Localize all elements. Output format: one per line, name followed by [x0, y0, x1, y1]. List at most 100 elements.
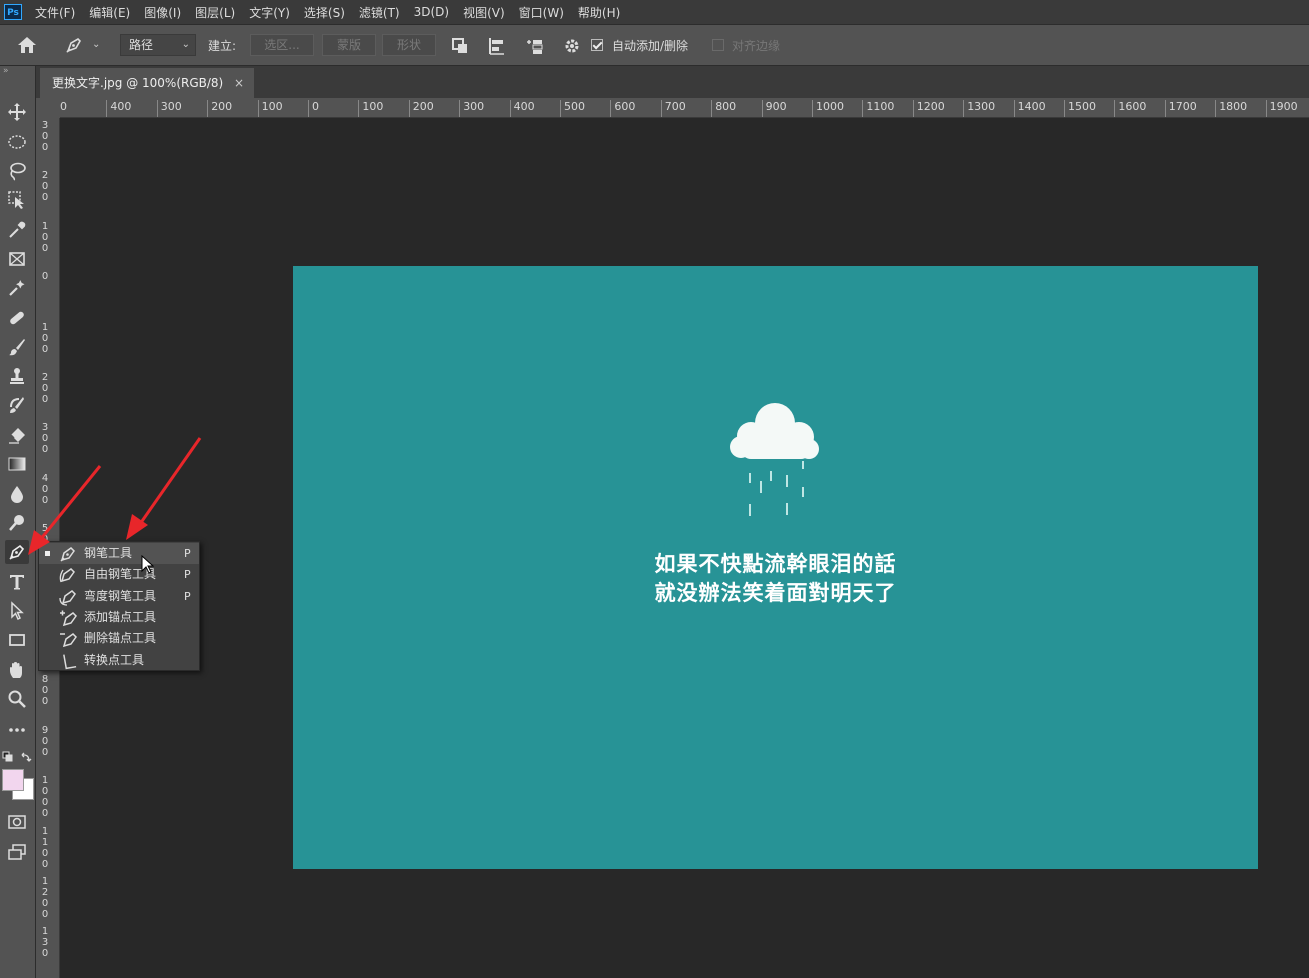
collapse-panel-icon[interactable]: » — [3, 66, 9, 76]
auto-add-delete-label: 自动添加/删除 — [612, 39, 689, 53]
ruler-tick-label: 0 — [308, 100, 319, 117]
ruler-tick-label: 200 — [41, 372, 49, 405]
zoom-tool[interactable] — [5, 687, 29, 711]
rectangle-tool[interactable] — [5, 628, 29, 652]
object-selection-tool[interactable] — [5, 188, 29, 212]
bandage-icon — [10, 311, 24, 325]
menu-window[interactable]: 窗口(W) — [519, 4, 564, 21]
close-icon[interactable]: × — [234, 68, 244, 98]
frame-icon — [9, 252, 25, 266]
ruler-tick-label: 600 — [610, 100, 636, 117]
document-tab-bar: 更换文字.jpg @ 100%(RGB/8) × — [36, 66, 1309, 98]
history-brush-tool[interactable] — [5, 393, 29, 417]
menu-layer[interactable]: 图层(L) — [195, 4, 235, 21]
menu-image[interactable]: 图像(I) — [144, 4, 181, 21]
flyout-item-curvature-pen[interactable]: 弯度钢笔工具 P — [39, 586, 199, 607]
tool-mode-select[interactable]: 路径 ⌄ — [120, 34, 196, 56]
ruler-tick-label: 200 — [207, 100, 233, 117]
frame-tool[interactable] — [5, 247, 29, 271]
hand-tool[interactable] — [5, 658, 29, 682]
eraser-tool[interactable] — [5, 423, 29, 447]
horizontal-ruler[interactable]: 0 400 300 200 100 0 100 200 300 400 500 600 700 800 90… — [60, 98, 1309, 118]
flyout-item-shortcut: P — [184, 568, 191, 582]
curvature-pen-icon — [59, 589, 76, 606]
pen-tool[interactable] — [5, 540, 29, 564]
healing-brush-tool[interactable] — [5, 306, 29, 330]
pen-tool-preset-icon[interactable] — [64, 35, 84, 55]
object-selection-icon — [8, 191, 24, 209]
menu-file[interactable]: 文件(F) — [35, 4, 75, 21]
path-alignment-icon[interactable] — [487, 36, 507, 56]
flyout-item-pen[interactable]: 钢笔工具 P — [39, 543, 199, 564]
move-tool[interactable] — [5, 100, 29, 124]
path-selection-arrow-icon — [11, 601, 24, 621]
spot-healing-icon — [9, 280, 25, 296]
menu-select[interactable]: 选择(S) — [304, 4, 345, 21]
gradient-tool[interactable] — [5, 452, 29, 476]
brush-tool[interactable] — [5, 335, 29, 359]
path-operations-icon[interactable] — [450, 36, 470, 56]
ruler-tick-label: 130 — [41, 926, 49, 960]
flyout-item-convert-point[interactable]: 转换点工具 — [39, 650, 199, 671]
home-icon[interactable] — [16, 35, 38, 55]
ruler-tick-label: 900 — [41, 724, 49, 758]
crop-tool[interactable] — [5, 218, 29, 242]
chevron-down-icon[interactable]: ⌄ — [92, 39, 100, 50]
ruler-tick-label: 1200 — [41, 876, 49, 920]
menu-view[interactable]: 视图(V) — [463, 4, 505, 21]
menu-3d[interactable]: 3D(D) — [414, 5, 449, 19]
ruler-tick-label: 1900 — [1265, 100, 1298, 117]
path-selection-tool[interactable] — [5, 599, 29, 623]
rain-cloud-icon — [730, 403, 819, 516]
ruler-tick-label: 1300 — [963, 100, 996, 117]
path-arrangement-icon[interactable] — [525, 36, 545, 56]
quick-mask-button[interactable] — [5, 810, 29, 834]
ruler-tick-label: 400 — [106, 100, 132, 117]
ruler-tick-label: 200 — [41, 170, 49, 204]
clone-stamp-tool[interactable] — [5, 364, 29, 388]
swap-colors-icon[interactable] — [20, 751, 32, 763]
type-tool[interactable] — [5, 570, 29, 594]
ruler-corner[interactable] — [36, 98, 60, 118]
flyout-item-delete-anchor[interactable]: 删除锚点工具 — [39, 628, 199, 649]
menu-edit[interactable]: 编辑(E) — [89, 4, 130, 21]
options-bar: ⌄ 路径 ⌄ 建立: 选区... 蒙版 形状 自动添加/删除 对齐边缘 — [0, 24, 1309, 66]
menu-help[interactable]: 帮助(H) — [578, 4, 620, 21]
blur-tool[interactable] — [5, 482, 29, 506]
edit-toolbar-button[interactable] — [5, 717, 29, 741]
align-edges-checkbox[interactable] — [712, 39, 724, 51]
delete-anchor-icon — [60, 633, 77, 648]
menu-bar: Ps 文件(F) 编辑(E) 图像(I) 图层(L) 文字(Y) 选择(S) 滤… — [0, 0, 1309, 24]
make-mask-button[interactable]: 蒙版 — [322, 34, 376, 56]
droplet-icon — [11, 486, 23, 503]
document-canvas[interactable]: 如果不快點流幹眼泪的話 就没辦法笑着面對明天了 — [293, 266, 1258, 869]
gradient-icon — [8, 457, 26, 471]
ruler-tick-label: 1000 — [812, 100, 844, 117]
make-selection-button[interactable]: 选区... — [250, 34, 314, 56]
menu-filter[interactable]: 滤镜(T) — [359, 4, 400, 21]
flyout-item-shortcut: P — [184, 547, 191, 560]
flyout-item-label: 添加锚点工具 — [84, 609, 157, 624]
ruler-tick-label: 1700 — [1164, 100, 1197, 117]
make-shape-button[interactable]: 形状 — [382, 34, 436, 56]
lasso-tool[interactable] — [5, 159, 29, 183]
brush-icon — [9, 339, 25, 356]
flyout-item-add-anchor[interactable]: 添加锚点工具 — [39, 607, 199, 628]
dodge-tool[interactable] — [5, 511, 29, 535]
ruler-tick-label: 0 — [41, 271, 49, 283]
flyout-item-freeform-pen[interactable]: 自由钢笔工具 P — [39, 564, 199, 585]
screen-mode-button[interactable] — [5, 840, 29, 864]
gear-icon[interactable] — [562, 36, 582, 56]
auto-add-delete-checkbox[interactable] — [591, 39, 603, 51]
foreground-color-swatch[interactable] — [2, 769, 24, 791]
document-tab[interactable]: 更换文字.jpg @ 100%(RGB/8) × — [40, 68, 254, 98]
eyedropper-tool[interactable] — [5, 276, 29, 300]
ruler-tick-label: 700 — [660, 100, 686, 117]
ellipse-marquee-tool[interactable] — [5, 130, 29, 154]
menu-type[interactable]: 文字(Y) — [249, 4, 290, 21]
ruler-tick-label: 500 — [560, 100, 585, 117]
ellipsis-icon — [9, 728, 25, 732]
ruler-tick-label: 200 — [408, 100, 434, 117]
default-colors-icon[interactable] — [2, 751, 14, 763]
photoshop-logo-icon: Ps — [4, 4, 22, 20]
